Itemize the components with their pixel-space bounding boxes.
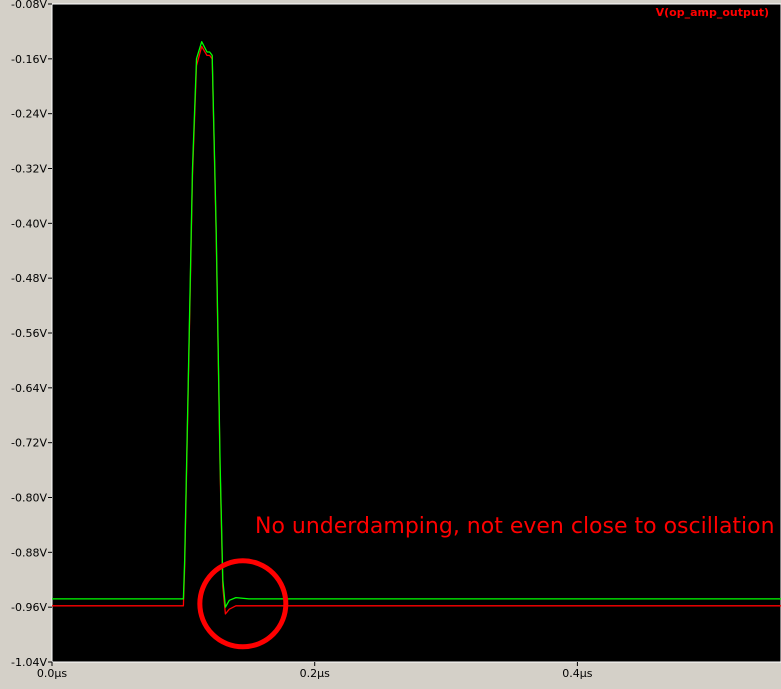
y-tick-label: -0.48V [11, 272, 47, 285]
x-tick-label: 0.4µs [562, 667, 592, 680]
annotation-text: No underdamping, not even close to oscil… [255, 514, 775, 539]
y-tick-label: -0.16V [11, 53, 47, 66]
y-tick-label: -0.08V [11, 0, 47, 11]
x-axis: 0.0µs 0.2µs 0.4µs [37, 662, 593, 680]
y-tick-label: -0.32V [11, 163, 47, 176]
plot-background [51, 3, 781, 663]
y-axis: -0.08V -0.16V -0.24V -0.32V -0.40V -0.48V -0.5… [11, 0, 52, 669]
y-tick-label: -0.24V [11, 108, 47, 121]
y-tick-label: -0.88V [11, 546, 47, 559]
y-tick-label: -0.64V [11, 382, 47, 395]
plot-area: -0.08V -0.16V -0.24V -0.32V -0.40V -0.48V -0.5… [11, 0, 781, 680]
y-tick-label: -0.80V [11, 492, 47, 505]
trace-label[interactable]: V(op_amp_output) [656, 6, 769, 19]
y-tick-label: -0.40V [11, 217, 47, 230]
y-tick-label: -0.96V [11, 601, 47, 614]
x-tick-label: 0.0µs [37, 667, 67, 680]
x-tick-label: 0.2µs [300, 667, 330, 680]
y-tick-label: -0.56V [11, 327, 47, 340]
y-tick-label: -0.72V [11, 437, 47, 450]
